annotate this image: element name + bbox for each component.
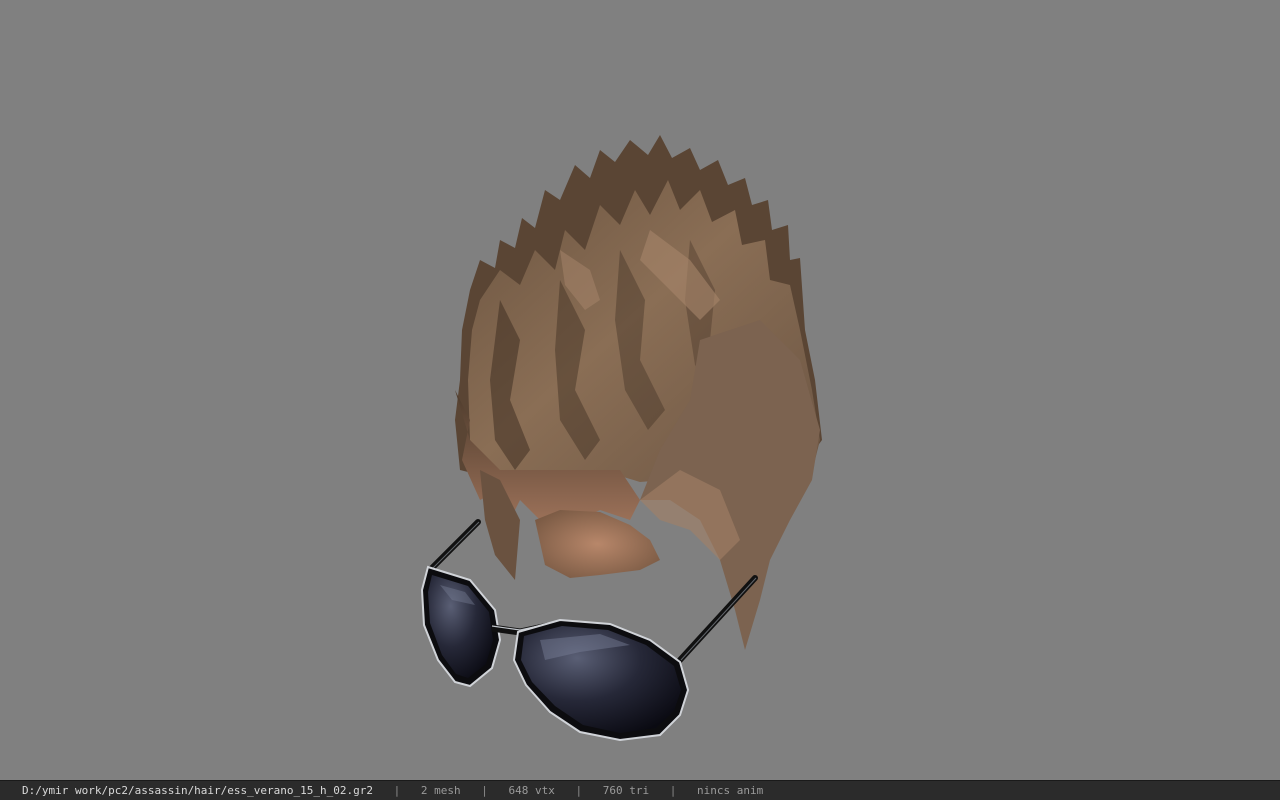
status-mesh-count: 2 mesh bbox=[420, 784, 461, 797]
status-anim: nincs anim bbox=[696, 784, 764, 797]
status-separator: | bbox=[481, 784, 488, 797]
status-separator: | bbox=[669, 784, 677, 797]
hair-mesh bbox=[455, 135, 822, 650]
status-separator: | bbox=[393, 784, 401, 797]
status-triangle-count: 760 tri bbox=[602, 784, 650, 797]
status-bar: D:/ymir work/pc2/assassin/hair/ess_veran… bbox=[0, 780, 1280, 800]
model-render bbox=[420, 135, 822, 742]
status-vertex-count: 648 vtx bbox=[508, 784, 555, 797]
status-file-path: D:/ymir work/pc2/assassin/hair/ess_veran… bbox=[22, 784, 373, 797]
3d-viewport[interactable] bbox=[0, 0, 1280, 780]
status-separator: | bbox=[575, 784, 583, 797]
